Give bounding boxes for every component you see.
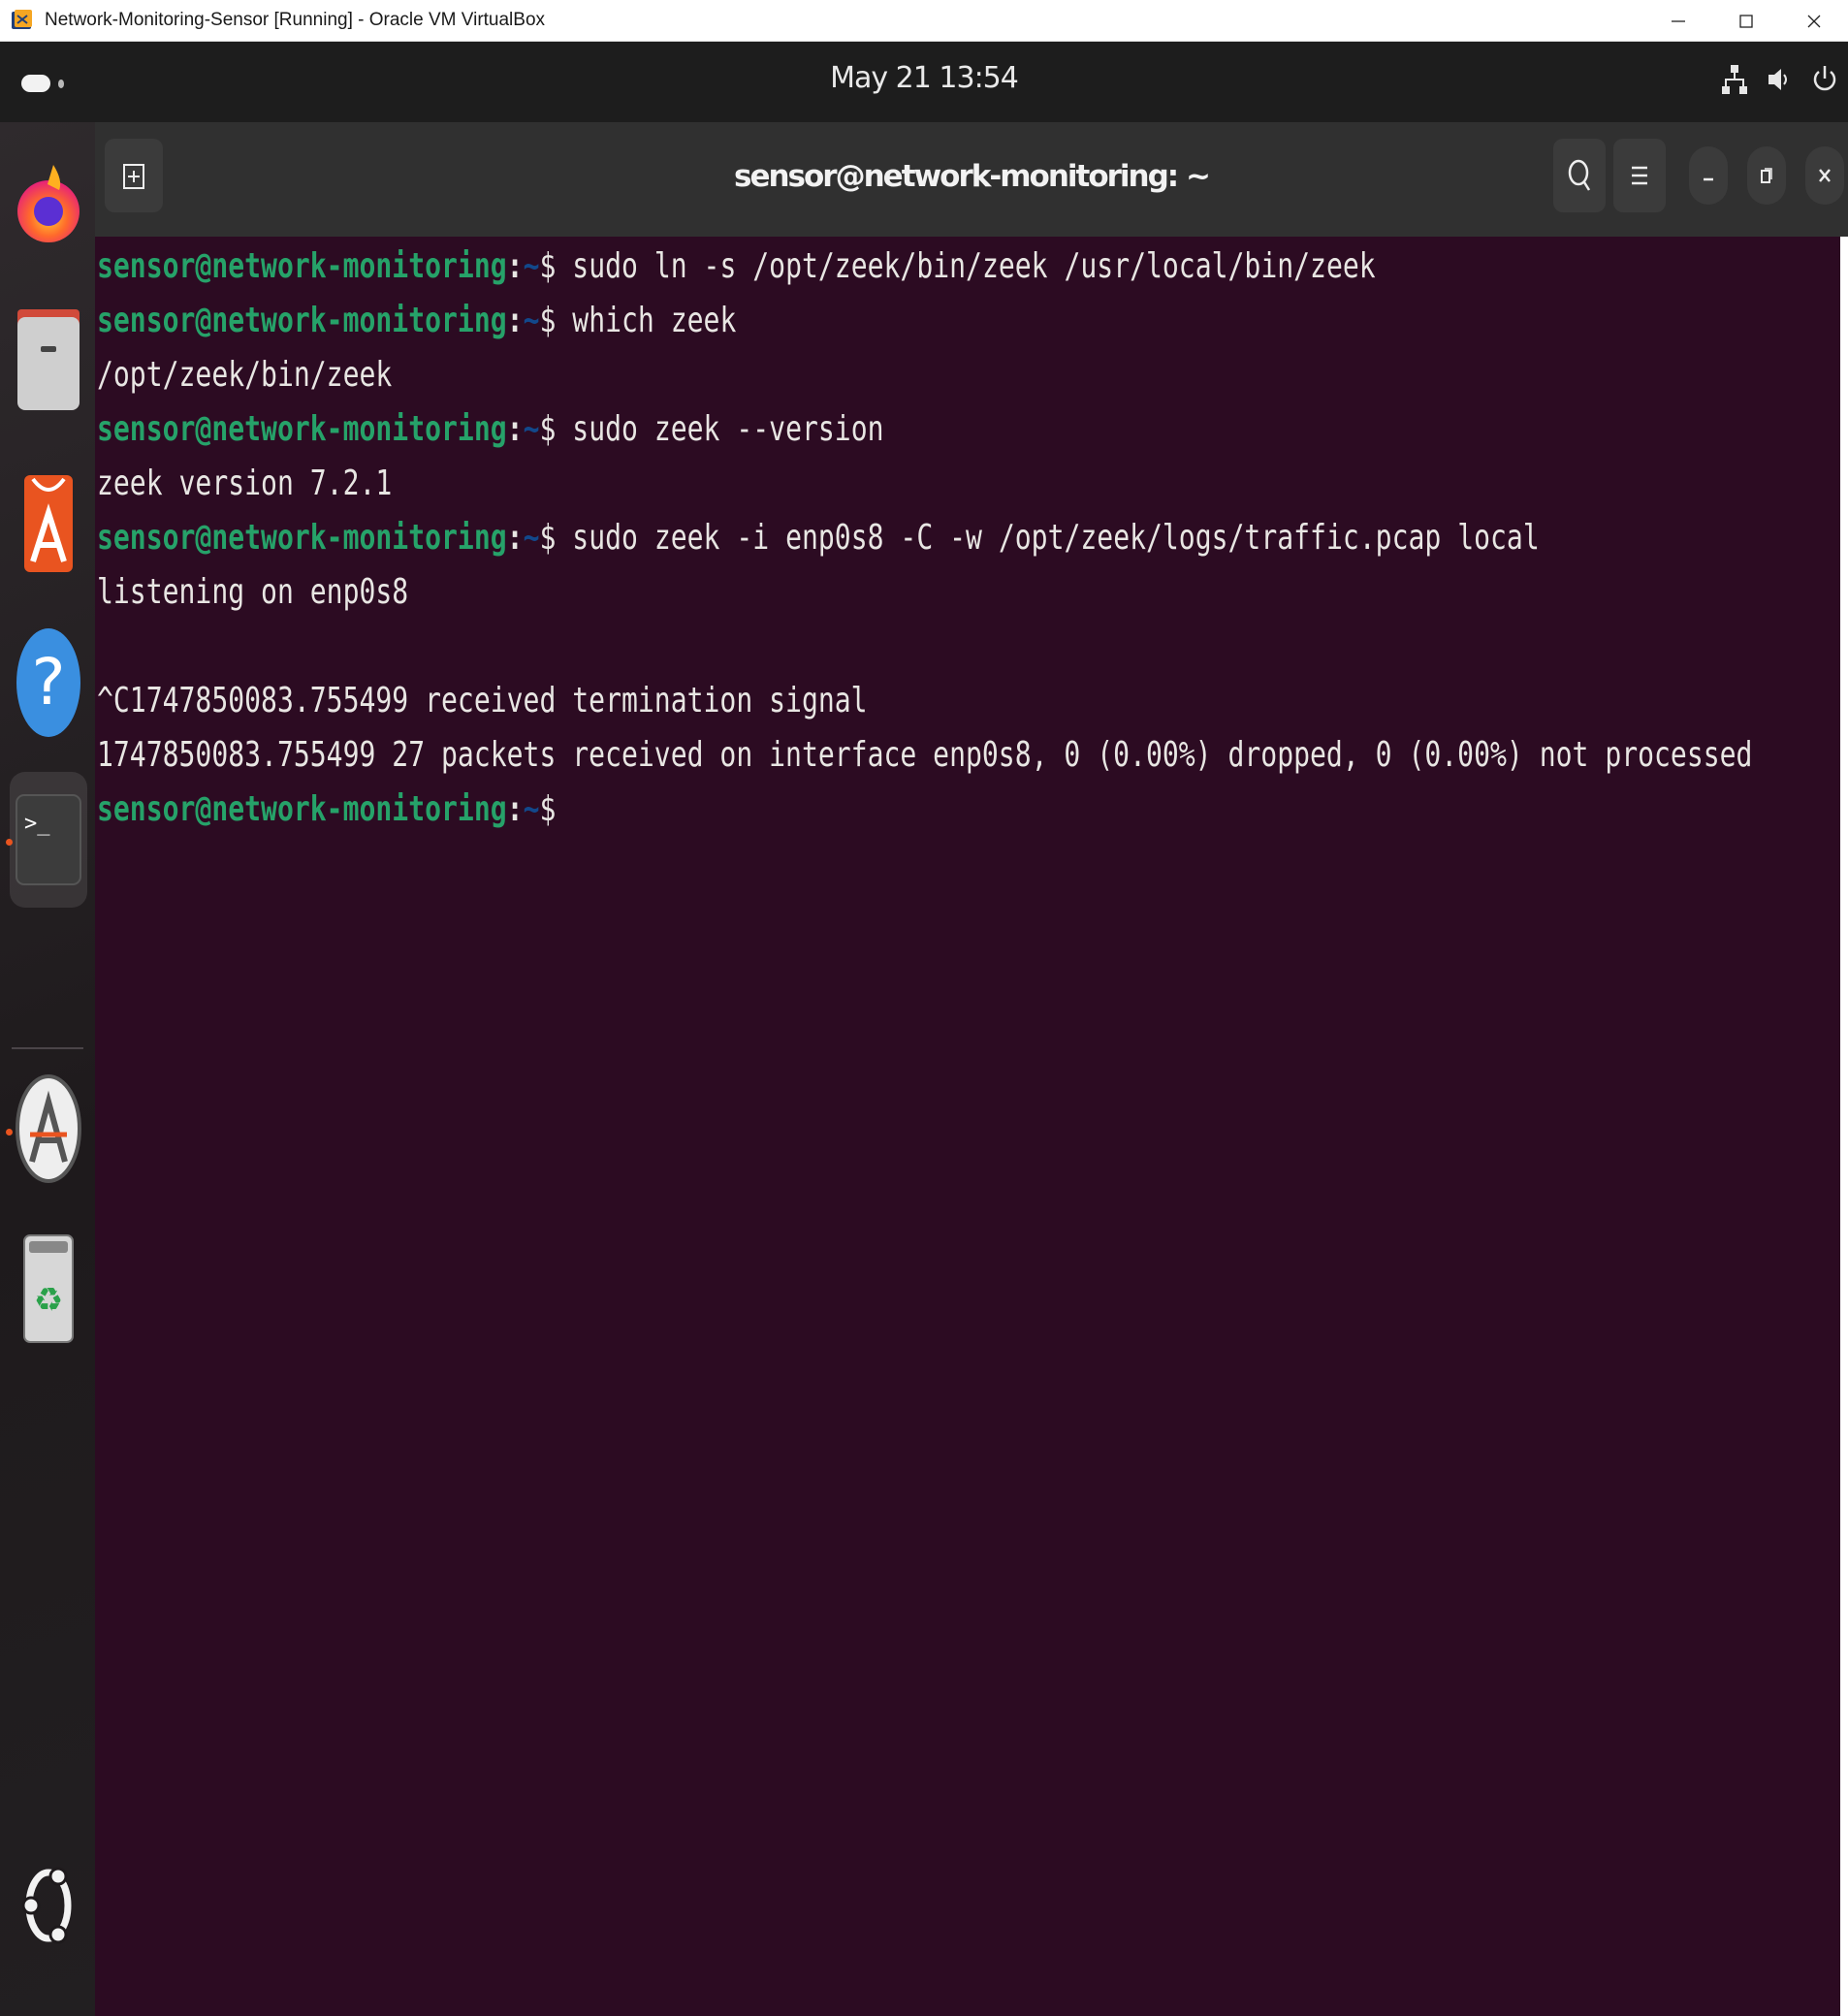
software-updater-icon <box>16 1074 81 1183</box>
prompt-user: sensor@network-monitoring <box>97 409 507 449</box>
dock-item-terminal[interactable]: >_ <box>10 772 87 908</box>
prompt-colon: : <box>506 301 524 340</box>
clock[interactable]: May 21 13:54 <box>0 61 1848 95</box>
prompt-symbol: $ <box>539 789 557 829</box>
terminal-close-button[interactable] <box>1805 146 1844 205</box>
volume-icon <box>1768 69 1787 90</box>
menu-button[interactable] <box>1613 139 1666 212</box>
terminal-output-line: ^C1747850083.755499 received termination… <box>97 681 868 720</box>
terminal-command-line: sensor@network-monitoring:~$ sudo zeek -… <box>97 518 1540 572</box>
svg-text:♻: ♻ <box>34 1281 63 1320</box>
dock-item-software-updater[interactable] <box>10 1074 87 1183</box>
terminal-output-line: listening on enp0s8 <box>97 572 409 612</box>
prompt-colon: : <box>506 246 524 286</box>
prompt-symbol: $ <box>539 246 557 286</box>
virtualbox-icon <box>12 10 32 29</box>
terminal-icon: >_ <box>16 794 81 885</box>
terminal-headerbar: sensor@network-monitoring: ~ <box>95 122 1848 238</box>
host-window-title: Network-Monitoring-Sensor [Running] - Or… <box>45 10 546 30</box>
command-text: sudo zeek -i enp0s8 -C -w /opt/zeek/logs… <box>556 518 1540 558</box>
dock-item-firefox[interactable] <box>10 151 87 258</box>
terminal-scrollbar[interactable] <box>1840 237 1848 2016</box>
prompt-colon: : <box>506 789 524 829</box>
help-icon: ? <box>16 628 80 737</box>
terminal-output-line: zeek version 7.2.1 <box>97 464 393 503</box>
terminal-body[interactable]: sensor@network-monitoring:~$ sudo ln -s … <box>95 237 1848 2016</box>
terminal-output-line: /opt/zeek/bin/zeek <box>97 355 393 395</box>
terminal-command-line: sensor@network-monitoring:~$ <box>97 789 556 844</box>
dock: ? >_ ♻ <box>0 122 95 2016</box>
gnome-top-bar: May 21 13:54 <box>0 42 1848 122</box>
prompt-path: ~ <box>523 409 540 449</box>
command-text: sudo zeek --version <box>556 409 884 449</box>
prompt-symbol: $ <box>539 518 557 558</box>
prompt-path: ~ <box>523 789 540 829</box>
updater-running-indicator <box>6 1129 13 1136</box>
terminal-output-line: 1747850083.755499 27 packets received on… <box>97 735 1753 775</box>
prompt-path: ~ <box>523 246 540 286</box>
prompt-colon: : <box>506 409 524 449</box>
prompt-user: sensor@network-monitoring <box>97 301 507 340</box>
prompt-path: ~ <box>523 301 540 340</box>
restore-icon <box>1761 168 1772 183</box>
host-minimize-button[interactable] <box>1644 0 1712 42</box>
terminal-command-line: sensor@network-monitoring:~$ sudo ln -s … <box>97 246 1376 301</box>
svg-text:>_: >_ <box>24 812 50 836</box>
ubuntu-logo-icon <box>21 1867 72 1944</box>
system-tray[interactable] <box>1722 63 1838 96</box>
dock-item-help[interactable]: ? <box>10 628 87 737</box>
prompt-path: ~ <box>523 518 540 558</box>
dock-item-trash[interactable]: ♻ <box>10 1234 87 1343</box>
dock-separator <box>12 1047 83 1049</box>
svg-text:?: ? <box>31 645 65 720</box>
prompt-symbol: $ <box>539 301 557 340</box>
terminal-command-line: sensor@network-monitoring:~$ which zeek <box>97 301 736 355</box>
dock-item-show-apps[interactable] <box>10 1852 87 1959</box>
terminal-minimize-button[interactable] <box>1689 146 1728 205</box>
maximize-icon <box>1739 14 1753 28</box>
prompt-user: sensor@network-monitoring <box>97 789 507 829</box>
menu-icon <box>1632 166 1647 185</box>
host-titlebar: Network-Monitoring-Sensor [Running] - Or… <box>0 0 1848 42</box>
power-icon <box>1813 66 1836 91</box>
prompt-user: sensor@network-monitoring <box>97 246 507 286</box>
search-button[interactable] <box>1553 139 1606 212</box>
dock-item-app-center[interactable] <box>10 469 87 576</box>
host-close-button[interactable] <box>1780 0 1848 42</box>
trash-icon: ♻ <box>23 1234 74 1343</box>
command-text: which zeek <box>556 301 737 340</box>
terminal-command-line: sensor@network-monitoring:~$ sudo zeek -… <box>97 409 884 464</box>
command-text: sudo ln -s /opt/zeek/bin/zeek /usr/local… <box>556 246 1376 286</box>
terminal-restore-button[interactable] <box>1747 146 1786 205</box>
app-center-icon <box>24 475 73 572</box>
dock-item-files[interactable] <box>10 306 87 413</box>
prompt-symbol: $ <box>539 409 557 449</box>
network-icon <box>1722 65 1747 94</box>
prompt-colon: : <box>506 518 524 558</box>
close-icon <box>1819 169 1831 182</box>
host-maximize-button[interactable] <box>1712 0 1780 42</box>
firefox-icon <box>17 165 80 242</box>
minimize-icon <box>1672 19 1685 22</box>
files-icon <box>17 309 80 410</box>
search-icon <box>1568 159 1591 191</box>
close-icon <box>1807 15 1821 27</box>
minimize-icon <box>1704 177 1713 181</box>
prompt-user: sensor@network-monitoring <box>97 518 507 558</box>
terminal-running-indicator <box>6 839 13 846</box>
